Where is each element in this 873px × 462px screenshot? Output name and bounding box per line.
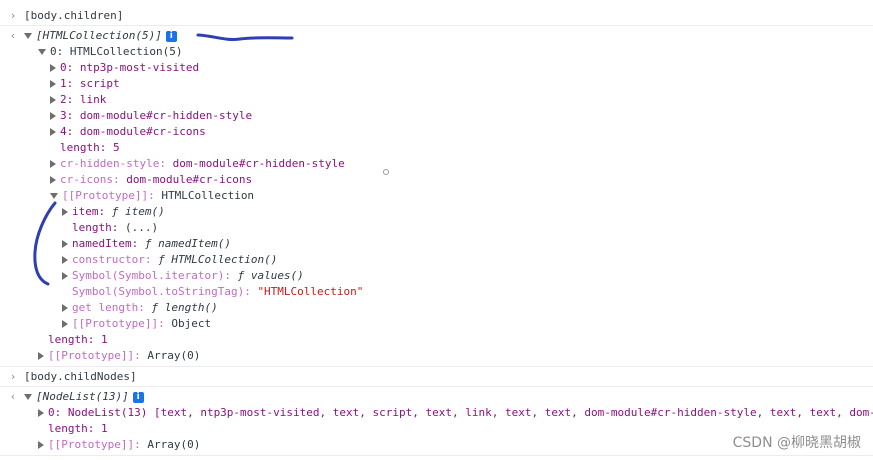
annotation-overlay [33, 33, 294, 286]
bracket-annotation [33, 201, 57, 286]
underline-annotation [196, 33, 294, 41]
